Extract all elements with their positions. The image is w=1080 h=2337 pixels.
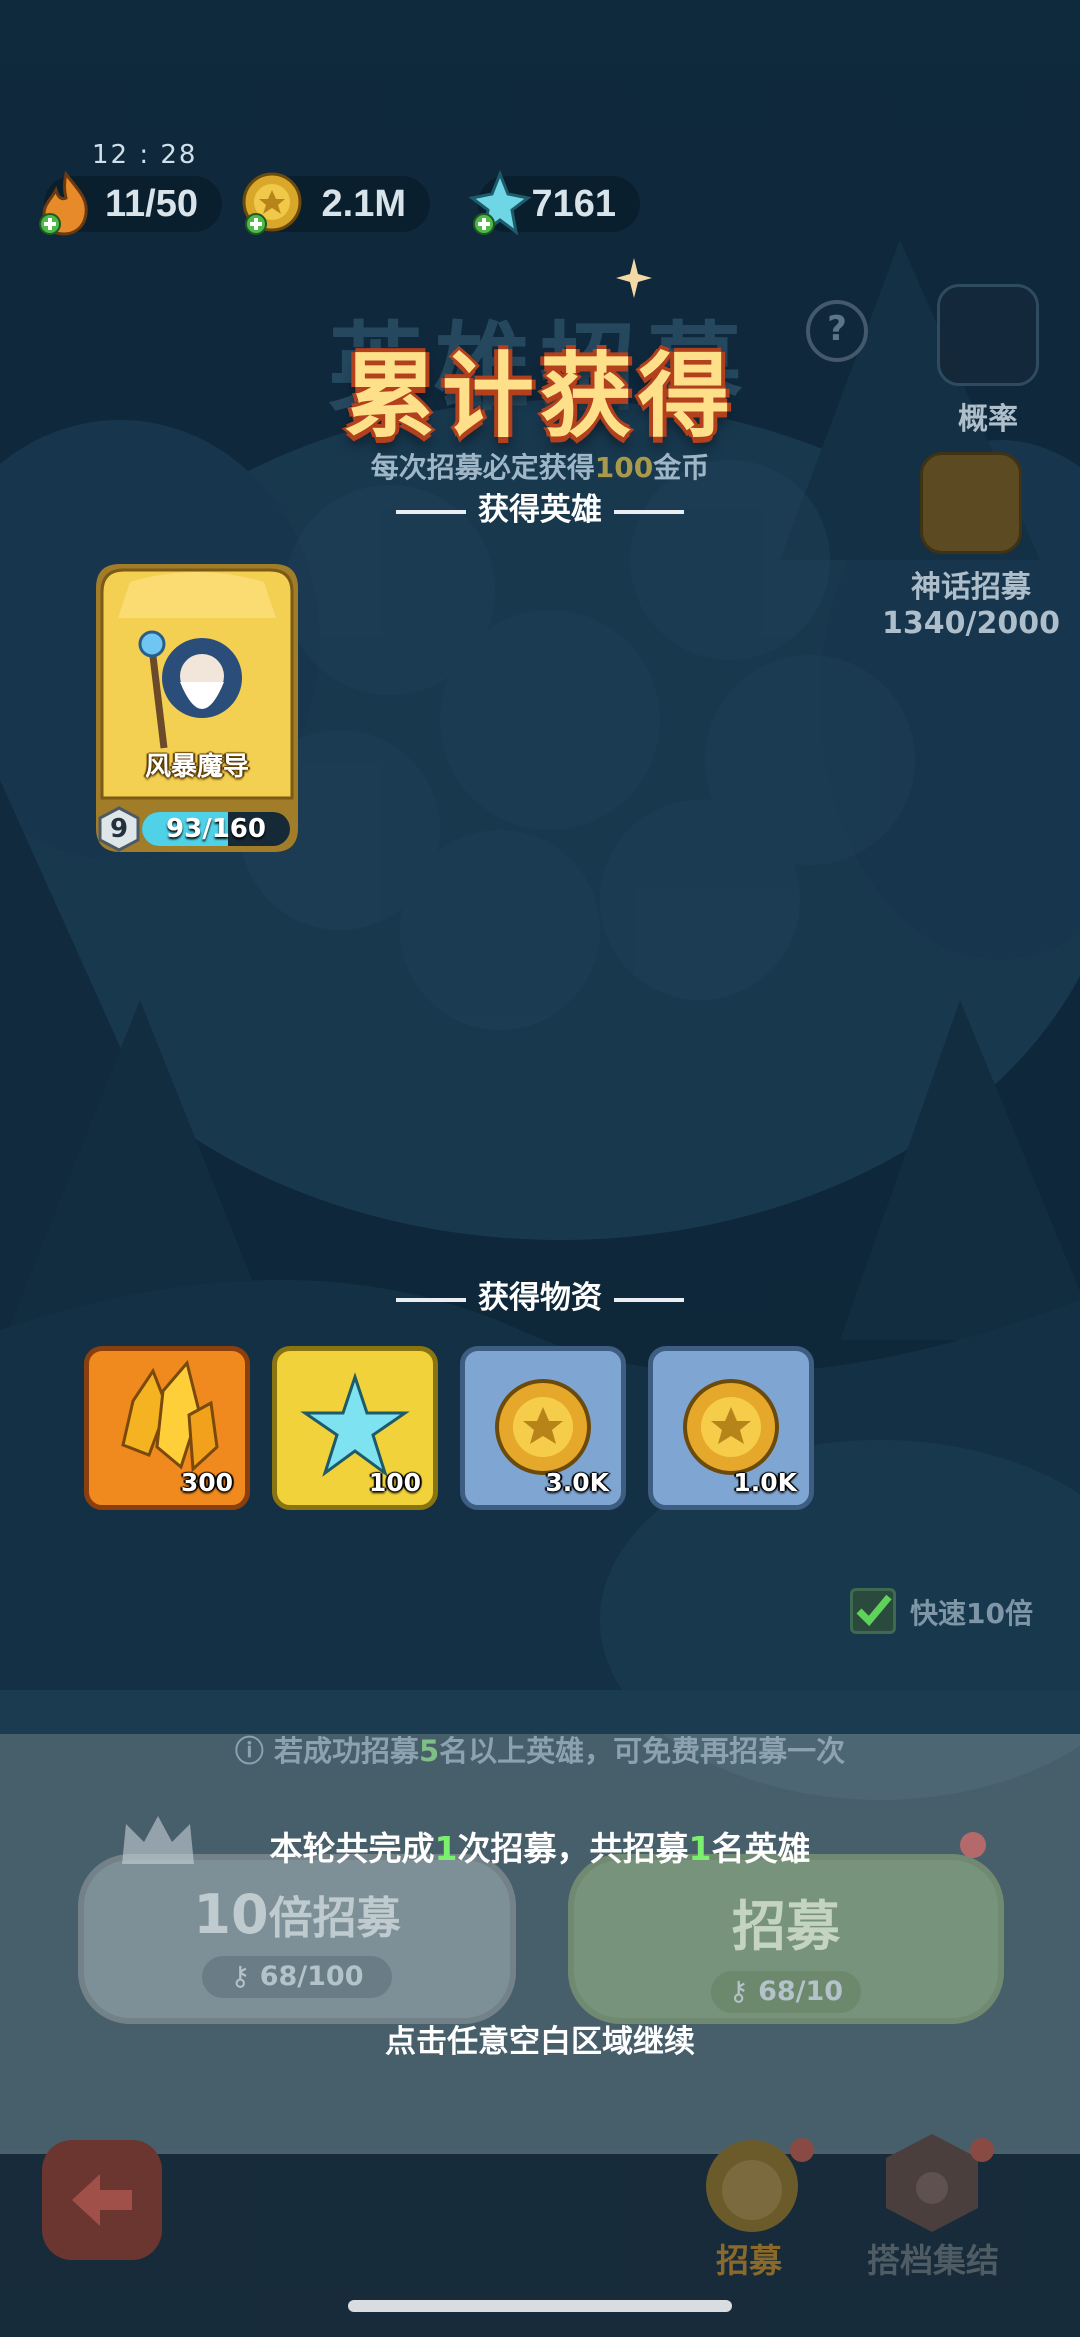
myth-recruit-button[interactable]: 神话招募 1340/2000 [876,452,1066,641]
summary-count: 1 [434,1829,458,1868]
recruit-10x-button[interactable]: 10倍招募 ⚷ 68/100 [78,1854,516,2024]
notification-dot [790,2138,814,2162]
recruit-cost-value: 68/10 [758,1976,844,2007]
hero-shard-progress-text: 93/160 [166,814,266,844]
notification-dot [970,2138,994,2162]
tip-number: 5 [418,1734,440,1768]
gold-coin-icon [242,172,302,235]
fast-10x-label[interactable]: 快速10倍 [910,1592,1033,1632]
page-title: 累计获得 [343,343,736,450]
document-icon [937,284,1039,386]
energy-counter[interactable]: 11/50 [39,170,222,236]
gold-value: 2.1M [321,182,406,225]
crystal-shard-icon [468,169,532,236]
reward-quantity: 300 [180,1468,233,1497]
heroes-section-title: 获得英雄 [0,484,1080,529]
key-icon: ⚷ [728,1976,759,2007]
fast-10x-checkbox[interactable] [850,1588,896,1634]
title-divider-left [396,509,466,514]
summary-text: 本轮共完成 [269,1829,435,1868]
summary-count: 1 [688,1829,712,1868]
hero-name: 风暴魔导 [144,752,249,782]
items-section-label: 获得物资 [478,1280,602,1316]
hero-level: 9 [109,814,129,844]
sparkle-icon [616,258,652,298]
recruit-10x-number: 10 [193,1883,269,1946]
title-divider-right [614,1297,684,1302]
free-recruit-tip: ⓘ 若成功招募5名以上英雄，可免费再招募一次 [0,1728,1080,1770]
guarantee-prefix: 每次招募必定获得 [370,451,595,484]
reward-quantity: 1.0K [733,1468,797,1497]
reward-item[interactable]: 3.0K [460,1346,626,1510]
key-icon: ⚷ [230,1961,260,1992]
myth-progress: 1340/2000 [882,606,1060,641]
guarantee-amount: 100 [594,451,654,484]
tip-suffix: 名以上英雄，可免费再招募一次 [439,1734,846,1768]
back-arrow-icon [72,2174,132,2226]
nav-team-label[interactable]: 搭档集结 [838,2234,1028,2282]
energy-flame-icon [39,170,88,236]
items-section-title: 获得物资 [0,1272,1080,1317]
gold-counter[interactable]: 2.1M [242,172,430,235]
crystal-value: 7161 [531,182,616,225]
guarantee-suffix: 金币 [653,451,710,484]
tap-to-continue[interactable]: 点击任意空白区域继续 [0,2016,1080,2061]
recruit-10x-cost-value: 68/100 [259,1961,364,1992]
recruit-summary: 本轮共完成1次招募，共招募1名英雄 [0,1822,1080,1870]
reward-quantity: 3.0K [545,1468,609,1497]
recruit-10x-cost: ⚷ 68/100 [202,1956,392,1998]
status-clock: 12 : 28 [92,140,198,170]
recruit-cost: ⚷ 68/10 [711,1971,861,2013]
rates-button[interactable]: 概率 [928,284,1048,438]
recruit-10x-text: 倍招募 [268,1893,401,1944]
title-divider-right [614,509,684,514]
summary-text: 次招募，共招募 [457,1829,689,1868]
back-button[interactable] [42,2140,162,2260]
tip-prefix: 若成功招募 [273,1734,419,1768]
home-indicator[interactable] [348,2300,732,2312]
myth-label: 神话招募 [911,570,1031,605]
reward-item[interactable]: 300 [84,1346,250,1510]
reward-item[interactable]: 100 [272,1346,438,1510]
recruit-label: 招募 [732,1895,840,1958]
reward-quantity: 100 [368,1468,421,1497]
info-icon: ⓘ [234,1734,274,1768]
checkmark-icon [856,1594,892,1627]
title-divider-left [396,1297,466,1302]
heroes-section-label: 获得英雄 [478,492,602,528]
energy-value: 11/50 [105,182,198,225]
recruit-button[interactable]: 招募 ⚷ 68/10 [568,1854,1004,2024]
nav-recruit-label[interactable]: 招募 [664,2234,834,2282]
recruit-10x-label: 10倍招募 [84,1882,510,1946]
crystal-counter[interactable]: 7161 [468,169,640,236]
reward-item[interactable]: 1.0K [648,1346,814,1510]
rates-label: 概率 [958,402,1018,437]
summary-text: 名英雄 [711,1829,811,1868]
